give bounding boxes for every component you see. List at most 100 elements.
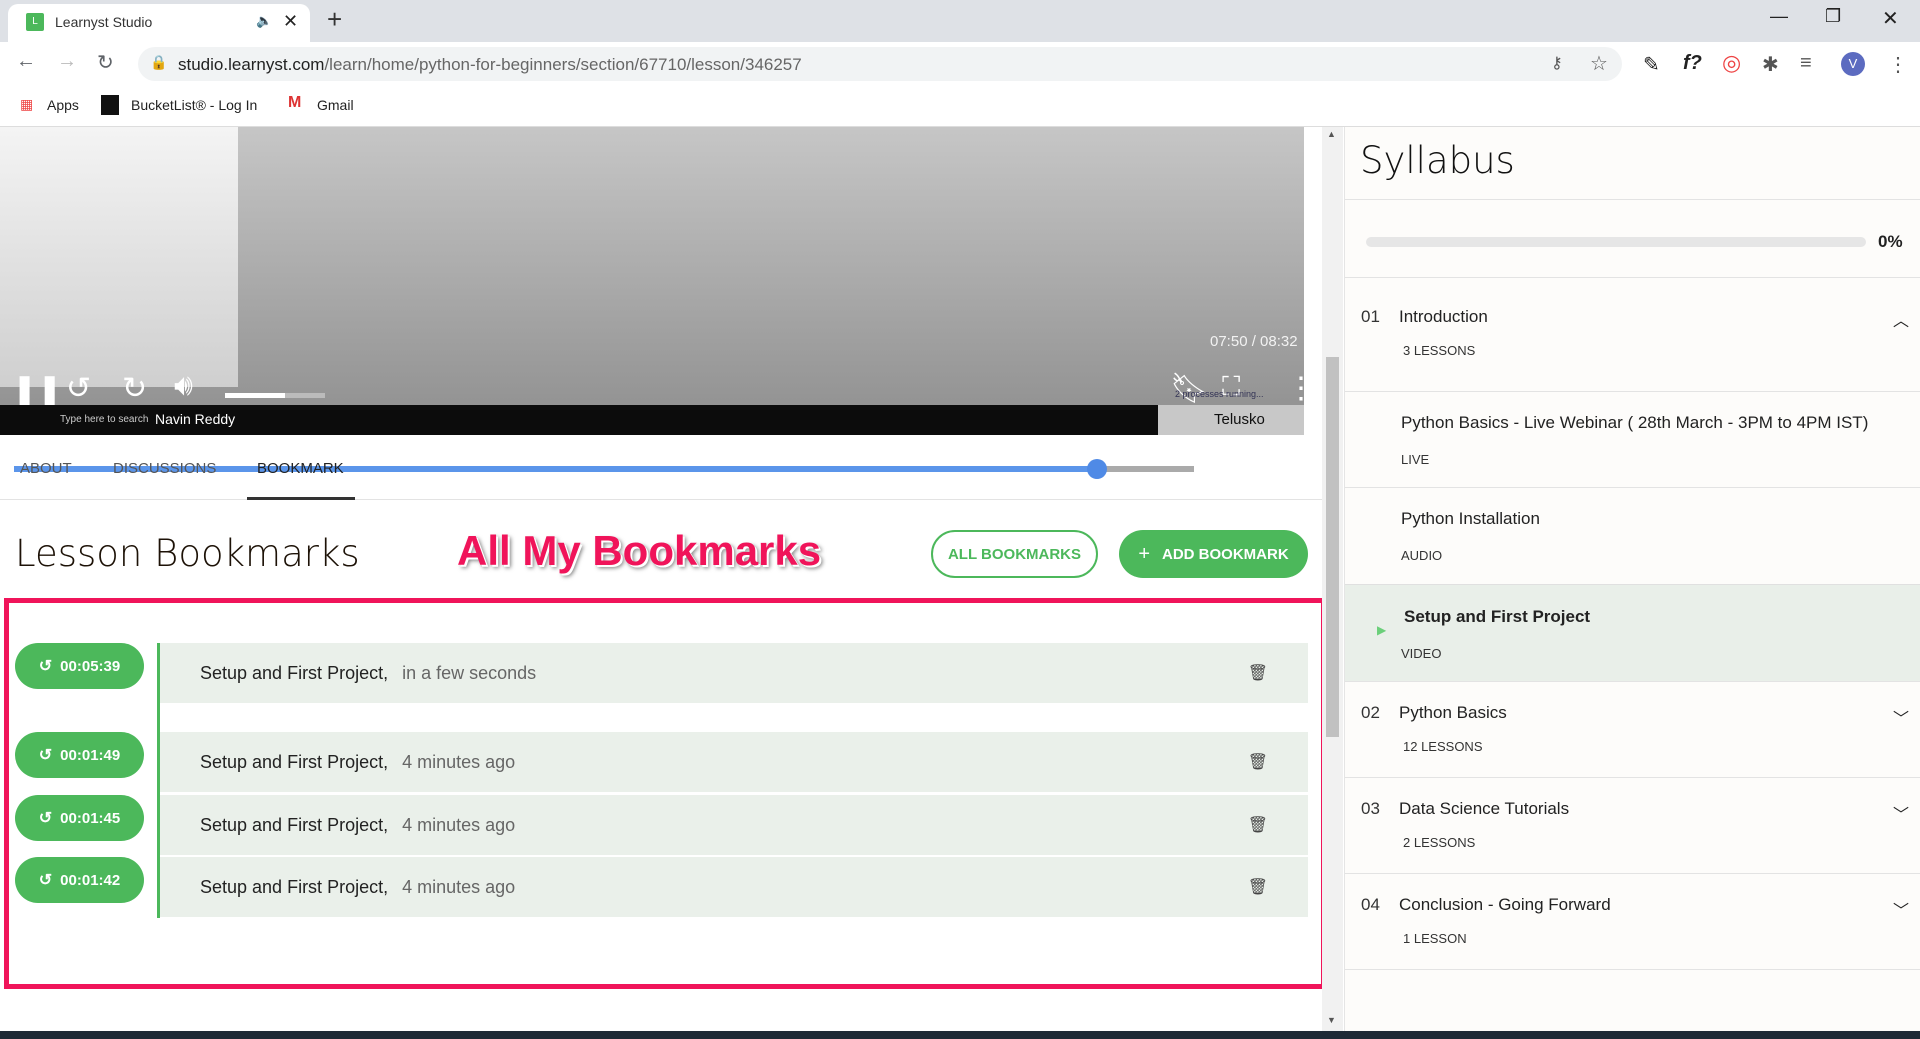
- bookmark-row[interactable]: Setup and First Project, 4 minutes ago 🗑︎: [160, 795, 1308, 855]
- bookmark-row[interactable]: Setup and First Project, 4 minutes ago 🗑︎: [160, 732, 1308, 792]
- play-icon: ▶: [1377, 623, 1387, 637]
- media-icon[interactable]: ≡: [1800, 52, 1812, 75]
- section-conclusion[interactable]: 04 Conclusion - Going Forward 1 LESSON ﹀: [1345, 873, 1920, 969]
- tab-title: Learnyst Studio: [55, 14, 153, 30]
- history-icon: ↺: [38, 872, 53, 889]
- chevron-up-icon[interactable]: ︿: [1893, 307, 1909, 331]
- syllabus-panel: Syllabus 0% 01 Introduction 3 LESSONS ︿ …: [1344, 127, 1920, 1031]
- tab-about[interactable]: ABOUT: [20, 460, 72, 477]
- gmail-icon: M: [288, 94, 302, 111]
- bookmark-gmail[interactable]: Gmail: [317, 97, 354, 113]
- avatar[interactable]: V: [1841, 52, 1865, 76]
- plus-icon: +: [1138, 542, 1150, 565]
- os-taskbar: [0, 1031, 1920, 1039]
- lesson-title: Python Basics - Live Webinar ( 28th Marc…: [1401, 413, 1869, 432]
- bookmark-time-button[interactable]: ↺ 00:01:42: [15, 857, 144, 903]
- section-number: 03: [1361, 799, 1380, 818]
- trash-icon[interactable]: 🗑︎: [1248, 877, 1268, 897]
- video-player[interactable]: 07:50 / 08:32 ❚❚ ↺ ↻ 🔊︎ 🔖︎ ⛶ ⋮ Type here…: [0, 127, 1316, 479]
- section-introduction[interactable]: 01 Introduction 3 LESSONS ︿: [1345, 277, 1920, 391]
- menu-icon[interactable]: ⋮: [1888, 52, 1908, 77]
- bookmark-row[interactable]: Setup and First Project, in a few seconds…: [160, 643, 1308, 703]
- star-icon[interactable]: ☆: [1590, 51, 1608, 76]
- bookmark-time: 00:01:42: [60, 871, 121, 889]
- lock-icon: 🔒: [150, 54, 168, 70]
- back-icon[interactable]: ←: [16, 50, 36, 73]
- rewind-10-icon[interactable]: ↺: [66, 371, 91, 406]
- font-ext-icon[interactable]: f?: [1683, 52, 1702, 75]
- minimize-icon[interactable]: —: [1770, 6, 1788, 27]
- tab-bookmark[interactable]: BOOKMARK: [257, 460, 344, 477]
- key-icon[interactable]: ⚷: [1551, 53, 1563, 73]
- section-python-basics[interactable]: 02 Python Basics 12 LESSONS ﹀: [1345, 681, 1920, 777]
- chevron-down-icon[interactable]: ﹀: [1893, 705, 1909, 729]
- pause-icon[interactable]: ❚❚: [12, 372, 62, 407]
- close-window-icon[interactable]: ✕: [1882, 6, 1899, 31]
- section-number: 01: [1361, 307, 1380, 326]
- speaker-icon[interactable]: 🔈: [256, 13, 272, 29]
- trash-icon[interactable]: 🗑︎: [1248, 663, 1268, 683]
- reload-icon[interactable]: ↻: [97, 50, 114, 75]
- url: studio.learnyst.com/learn/home/python-fo…: [178, 55, 802, 75]
- bucketlist-icon: [101, 95, 119, 115]
- bookmark-lesson: Setup and First Project,: [200, 662, 389, 683]
- browser-tab-bar: L Learnyst Studio 🔈 ✕ + — ❐ ✕: [0, 0, 1920, 42]
- bookmark-time: 00:05:39: [60, 657, 121, 675]
- scroll-up-icon[interactable]: ▲: [1327, 129, 1336, 139]
- bookmark-bucketlist[interactable]: BucketList® - Log In: [131, 97, 257, 113]
- taskbar-window: Telusko: [1158, 405, 1304, 435]
- close-tab-icon[interactable]: ✕: [283, 11, 298, 32]
- section-count: 1 LESSON: [1403, 931, 1467, 946]
- lesson-item[interactable]: Python Basics - Live Webinar ( 28th Marc…: [1345, 391, 1920, 487]
- bookmark-lesson: Setup and First Project,: [200, 751, 389, 772]
- lesson-item[interactable]: Python Installation AUDIO: [1345, 487, 1920, 584]
- section-number: 04: [1361, 895, 1380, 914]
- scrollbar-thumb[interactable]: [1326, 357, 1339, 737]
- forward-10-icon[interactable]: ↻: [122, 371, 147, 406]
- tab-discussions[interactable]: DISCUSSIONS: [113, 460, 216, 477]
- history-icon: ↺: [38, 747, 53, 764]
- lesson-tabs: ABOUT DISCUSSIONS BOOKMARK: [0, 435, 1322, 500]
- video-frame-left: [0, 127, 238, 387]
- section-title: Python Basics: [1399, 703, 1507, 722]
- bookmark-row[interactable]: Setup and First Project, 4 minutes ago 🗑︎: [160, 857, 1308, 917]
- apps-icon: ▦: [20, 96, 34, 112]
- trash-icon[interactable]: 🗑︎: [1248, 815, 1268, 835]
- all-bookmarks-button[interactable]: ALL BOOKMARKS: [931, 530, 1098, 578]
- divider: [1345, 199, 1920, 200]
- favicon-icon: L: [26, 13, 44, 31]
- trash-icon[interactable]: 🗑︎: [1248, 752, 1268, 772]
- extension-icon[interactable]: ✎: [1643, 52, 1660, 77]
- section-data-science[interactable]: 03 Data Science Tutorials 2 LESSONS ﹀: [1345, 777, 1920, 873]
- more-icon[interactable]: ⋮: [1286, 371, 1316, 406]
- bookmarks-bar: ▦ Apps BucketList® - Log In M Gmail: [0, 86, 1920, 127]
- ext-red-icon[interactable]: ◎: [1722, 50, 1741, 76]
- bookmark-ago: 4 minutes ago: [402, 751, 516, 772]
- processes-text: 2 processes running...: [1175, 389, 1264, 399]
- bookmark-time-button[interactable]: ↺ 00:01:49: [15, 732, 144, 778]
- scroll-down-icon[interactable]: ▼: [1327, 1015, 1336, 1025]
- browser-tab[interactable]: L Learnyst Studio 🔈 ✕: [8, 4, 310, 42]
- recorded-taskbar: Type here to search Navin Reddy 2 proces…: [0, 389, 1304, 435]
- main-scrollbar[interactable]: ▲ ▼: [1322, 127, 1343, 1031]
- bookmark-time-button[interactable]: ↺ 00:05:39: [15, 643, 144, 689]
- lesson-title: Python Installation: [1401, 509, 1540, 528]
- new-tab-button[interactable]: +: [327, 4, 342, 35]
- add-bookmark-button[interactable]: + ADD BOOKMARK: [1119, 530, 1308, 578]
- puzzle-icon[interactable]: ✱: [1762, 52, 1779, 77]
- bookmark-ago: 4 minutes ago: [402, 876, 516, 897]
- lesson-type: LIVE: [1401, 452, 1430, 467]
- annotation-label: All My Bookmarks: [457, 527, 822, 574]
- volume-slider[interactable]: [225, 393, 325, 398]
- restore-icon[interactable]: ❐: [1825, 6, 1841, 27]
- bookmark-time-button[interactable]: ↺ 00:01:45: [15, 795, 144, 841]
- bookmark-apps[interactable]: Apps: [47, 97, 79, 113]
- chevron-down-icon[interactable]: ﹀: [1893, 801, 1909, 825]
- address-bar[interactable]: 🔒 studio.learnyst.com/learn/home/python-…: [138, 47, 1622, 81]
- bookmark-ago: 4 minutes ago: [402, 814, 516, 835]
- chevron-down-icon[interactable]: ﹀: [1893, 897, 1909, 921]
- volume-icon[interactable]: 🔊︎: [174, 369, 193, 403]
- lesson-item-active[interactable]: ▶ Setup and First Project VIDEO: [1345, 584, 1920, 681]
- forward-icon[interactable]: →: [57, 50, 77, 73]
- url-domain: studio.learnyst.com: [178, 55, 325, 74]
